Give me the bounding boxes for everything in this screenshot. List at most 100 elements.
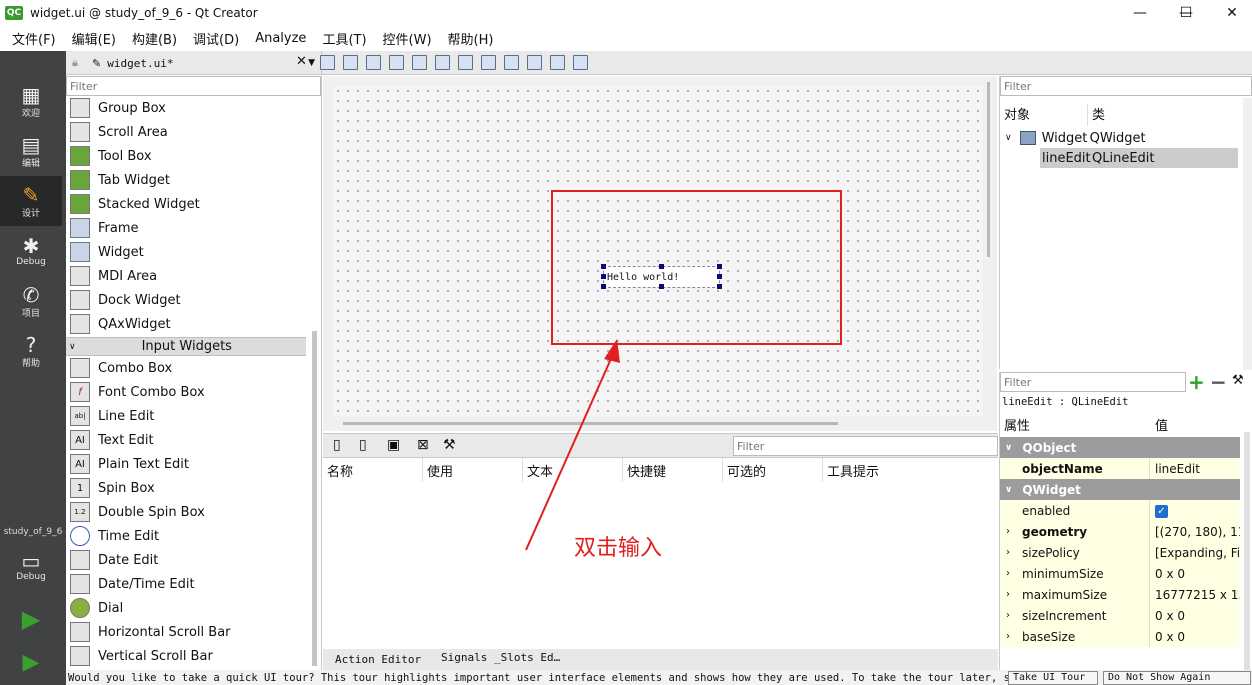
paste-action-icon[interactable]: ▣ [387, 437, 400, 453]
widget-box-scrollbar[interactable] [312, 331, 317, 666]
property-value[interactable]: 0 x 0 [1150, 630, 1240, 644]
menu-file[interactable]: 文件(F) [4, 29, 64, 48]
col-property[interactable]: 属性 [1000, 415, 1150, 434]
tab-action-editor[interactable]: Action Editor [335, 653, 421, 666]
property-row[interactable]: › baseSize 0 x 0 [1000, 626, 1240, 647]
property-category-qwidget[interactable]: ∨ QWidget [1000, 479, 1240, 500]
property-row[interactable]: enabled ✓ [1000, 500, 1240, 521]
form-vertical-scrollbar[interactable] [987, 82, 990, 257]
form-canvas[interactable]: Hello world! [333, 86, 983, 416]
open-documents-combo[interactable]: 🔒︎ ✎ widget.ui* ▼ [66, 51, 322, 75]
col-object[interactable]: 对象 [1000, 104, 1088, 126]
resize-handle[interactable] [659, 264, 664, 269]
property-row[interactable]: › sizeIncrement 0 x 0 [1000, 605, 1240, 626]
widget-item[interactable]: AI Text Edit [66, 428, 306, 452]
property-row[interactable]: › sizePolicy[Expanding, Fi... [1000, 542, 1240, 563]
widget-item[interactable]: MDI Area [66, 264, 306, 288]
maximize-button[interactable]: ☐ [1163, 0, 1209, 26]
tab-signals-slots-editor[interactable]: Signals _Slots Ed… [441, 651, 560, 664]
adjust-size-icon[interactable] [573, 55, 588, 70]
property-value[interactable]: 0 x 0 [1150, 609, 1240, 623]
mode-welcome[interactable]: ▦ 欢迎 [0, 76, 62, 126]
close-button[interactable]: ✕ [1209, 0, 1252, 26]
menu-help[interactable]: 帮助(H) [440, 29, 502, 48]
object-filter-input[interactable]: Filter [1000, 76, 1252, 96]
resize-handle[interactable] [717, 264, 722, 269]
property-value[interactable]: [(270, 180), 11... [1150, 525, 1240, 539]
configure-icon[interactable]: ⚒ [1232, 373, 1244, 388]
widget-item[interactable]: Vertical Scroll Bar [66, 644, 306, 668]
action-filter-input[interactable]: Filter [733, 436, 998, 456]
remove-property-icon[interactable]: − [1210, 370, 1227, 394]
property-value[interactable]: 0 x 0 [1150, 567, 1240, 581]
widget-item[interactable]: Frame [66, 216, 306, 240]
widget-item[interactable]: Tab Widget [66, 168, 306, 192]
menu-debug[interactable]: 调试(D) [185, 29, 247, 48]
widget-item[interactable]: Horizontal Scroll Bar [66, 620, 306, 644]
menu-edit[interactable]: 编辑(E) [64, 29, 124, 48]
mode-projects[interactable]: ✆ 项目 [0, 276, 62, 326]
chevron-right-icon[interactable]: › [1006, 526, 1010, 537]
property-value[interactable]: 16777215 x 1... [1150, 588, 1240, 602]
mode-debug[interactable]: ✱ Debug [0, 226, 62, 276]
edit-buddies-icon[interactable] [366, 55, 381, 70]
widget-item[interactable]: Dock Widget [66, 288, 306, 312]
resize-handle[interactable] [601, 284, 606, 289]
menu-analyze[interactable]: Analyze [247, 31, 314, 46]
widget-item[interactable]: Combo Box [66, 356, 306, 380]
widget-item[interactable]: Date Edit [66, 548, 306, 572]
object-row[interactable]: ∨ Widget QWidget [1000, 128, 1240, 148]
widget-item[interactable]: Tool Box [66, 144, 306, 168]
col-shortcut[interactable]: 快捷键 [623, 458, 723, 482]
menu-widgets[interactable]: 控件(W) [375, 29, 440, 48]
widget-item[interactable]: ab| Line Edit [66, 404, 306, 428]
edit-tab-order-icon[interactable] [389, 55, 404, 70]
widget-item[interactable]: 1.2 Double Spin Box [66, 500, 306, 524]
property-row[interactable]: › geometry[(270, 180), 11... [1000, 521, 1240, 542]
minimize-button[interactable]: — [1117, 0, 1163, 26]
resize-handle[interactable] [659, 284, 664, 289]
resize-handle[interactable] [717, 274, 722, 279]
col-value[interactable]: 值 [1150, 415, 1168, 434]
layout-grid-icon[interactable] [527, 55, 542, 70]
property-scrollbar[interactable] [1244, 432, 1250, 672]
widget-item[interactable]: Group Box [66, 96, 306, 120]
widget-item[interactable]: Date/Time Edit [66, 572, 306, 596]
copy-action-icon[interactable]: ▯ [359, 437, 367, 453]
widget-item[interactable]: Time Edit [66, 524, 306, 548]
close-document-icon[interactable]: ✕ [296, 54, 307, 69]
configure-icon[interactable]: ⚒ [443, 437, 456, 453]
widget-item[interactable]: Scroll Area [66, 120, 306, 144]
splitter-vertical-icon[interactable] [481, 55, 496, 70]
layout-vertical-icon[interactable] [435, 55, 450, 70]
resize-handle[interactable] [717, 284, 722, 289]
mode-help[interactable]: ? 帮助 [0, 326, 62, 376]
chevron-right-icon[interactable]: › [1006, 631, 1010, 642]
resize-handle[interactable] [601, 264, 606, 269]
menu-tools[interactable]: 工具(T) [314, 29, 374, 48]
chevron-right-icon[interactable]: › [1006, 610, 1010, 621]
chevron-right-icon[interactable]: › [1006, 547, 1010, 558]
property-value[interactable]: [Expanding, Fi... [1150, 546, 1240, 560]
widget-item[interactable]: AI Plain Text Edit [66, 452, 306, 476]
resize-handle[interactable] [601, 274, 606, 279]
col-class[interactable]: 类 [1088, 104, 1105, 126]
chevron-right-icon[interactable]: › [1006, 568, 1010, 579]
do-not-show-again-button[interactable]: Do Not Show Again [1103, 671, 1251, 685]
widget-item[interactable]: QAxWidget [66, 312, 306, 336]
kit-selector[interactable]: ▭ Debug [0, 541, 62, 591]
widget-item[interactable]: Dial [66, 596, 306, 620]
layout-form-icon[interactable] [504, 55, 519, 70]
break-layout-icon[interactable] [550, 55, 565, 70]
object-row-selected[interactable]: lineEdit QLineEdit [1040, 148, 1238, 168]
widget-item[interactable]: 1 Spin Box [66, 476, 306, 500]
widget-item[interactable]: f Font Combo Box [66, 380, 306, 404]
col-checkable[interactable]: 可选的 [723, 458, 823, 482]
add-property-icon[interactable]: + [1188, 370, 1205, 394]
checkbox-checked-icon[interactable]: ✓ [1155, 505, 1168, 518]
col-used[interactable]: 使用 [423, 458, 523, 482]
mode-edit[interactable]: ▤ 编辑 [0, 126, 62, 176]
delete-action-icon[interactable]: ⊠ [417, 437, 429, 453]
layout-horizontal-icon[interactable] [412, 55, 427, 70]
splitter-horizontal-icon[interactable] [458, 55, 473, 70]
